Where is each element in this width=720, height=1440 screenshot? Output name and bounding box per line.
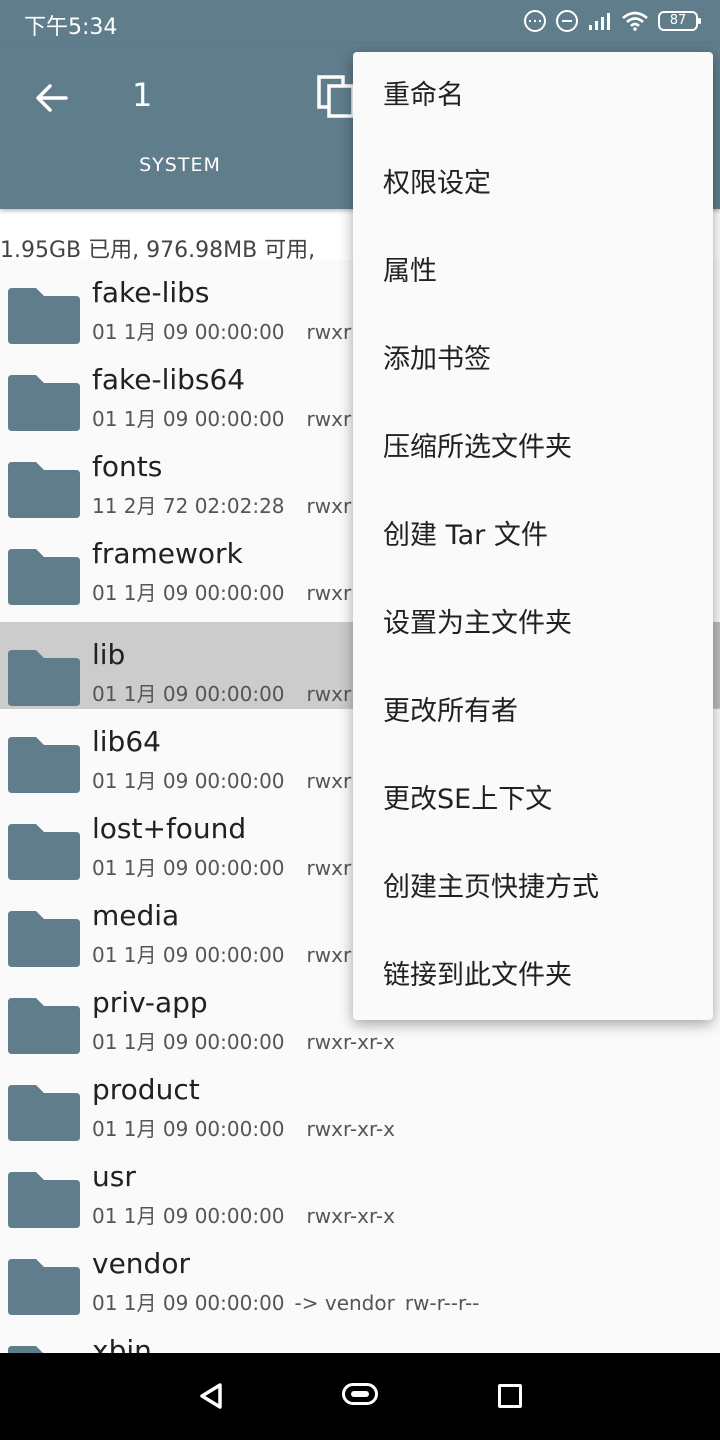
- list-item[interactable]: xbin: [0, 1318, 720, 1353]
- menu-item-permissions[interactable]: 权限设定: [353, 140, 713, 228]
- menu-item-link-folder[interactable]: 链接到此文件夹: [353, 932, 713, 1020]
- file-meta: 01 1月 09 00:00:00 -> vendor rw-r--r--: [92, 1287, 479, 1316]
- file-date: 01 1月 09 00:00:00: [92, 943, 285, 967]
- menu-item-properties[interactable]: 属性: [353, 228, 713, 316]
- folder-icon: [8, 549, 80, 605]
- menu-item-add-bookmark[interactable]: 添加书签: [353, 316, 713, 404]
- file-date: 01 1月 09 00:00:00: [92, 1204, 285, 1228]
- file-permissions: rwxr: [306, 682, 352, 706]
- menu-item-compress[interactable]: 压缩所选文件夹: [353, 404, 713, 492]
- file-date: 01 1月 09 00:00:00: [92, 856, 285, 880]
- file-name: fonts: [92, 450, 163, 483]
- file-name: lib64: [92, 725, 161, 758]
- folder-icon: [8, 737, 80, 793]
- file-name: fake-libs: [92, 276, 210, 309]
- file-meta: 01 1月 09 00:00:00 rwxr: [92, 939, 351, 968]
- file-permissions: rwxr-xr-x: [306, 1204, 395, 1228]
- file-permissions: rwxr: [306, 769, 352, 793]
- file-date: 01 1月 09 00:00:00: [92, 682, 285, 706]
- file-permissions: rwxr: [306, 320, 352, 344]
- folder-icon: [8, 1085, 80, 1141]
- file-name: product: [92, 1073, 200, 1106]
- folder-icon: [8, 375, 80, 431]
- nav-back-icon[interactable]: [196, 1381, 226, 1411]
- battery-icon: 87: [658, 11, 701, 31]
- file-permissions: rwxr: [306, 943, 352, 967]
- file-name: media: [92, 899, 180, 932]
- notification-dots-icon: [524, 10, 546, 32]
- tab-system[interactable]: SYSTEM: [0, 154, 360, 194]
- file-permissions: rwxr: [306, 581, 352, 605]
- menu-item-set-home[interactable]: 设置为主文件夹: [353, 580, 713, 668]
- folder-icon: [8, 998, 80, 1054]
- folder-icon: [8, 462, 80, 518]
- menu-item-home-shortcut[interactable]: 创建主页快捷方式: [353, 844, 713, 932]
- folder-icon: [8, 1172, 80, 1228]
- menu-item-rename[interactable]: 重命名: [353, 52, 713, 140]
- list-item[interactable]: usr 01 1月 09 00:00:00 rwxr-xr-x: [0, 1144, 720, 1231]
- folder-icon: [8, 1346, 43, 1353]
- scrollbar[interactable]: [712, 622, 720, 708]
- file-date: 01 1月 09 00:00:00: [92, 1291, 285, 1315]
- file-permissions: rwxr-xr-x: [306, 1117, 395, 1141]
- file-date: 11 2月 72 02:02:28: [92, 494, 285, 518]
- context-menu: 重命名 权限设定 属性 添加书签 压缩所选文件夹 创建 Tar 文件 设置为主文…: [353, 52, 713, 1020]
- file-link-target: -> vendor: [294, 1291, 395, 1315]
- file-name: xbin: [92, 1334, 152, 1353]
- file-date: 01 1月 09 00:00:00: [92, 1117, 285, 1141]
- nav-recent-apps-icon[interactable]: [498, 1384, 522, 1408]
- back-arrow-icon[interactable]: [28, 74, 76, 122]
- copy-icon[interactable]: [316, 74, 356, 118]
- folder-icon: [8, 650, 80, 706]
- list-item[interactable]: product 01 1月 09 00:00:00 rwxr-xr-x: [0, 1057, 720, 1144]
- navigation-bar: [0, 1353, 720, 1440]
- file-date: 01 1月 09 00:00:00: [92, 407, 285, 431]
- file-name: framework: [92, 537, 243, 570]
- file-date: 01 1月 09 00:00:00: [92, 320, 285, 344]
- menu-item-create-tar[interactable]: 创建 Tar 文件: [353, 492, 713, 580]
- file-permissions: rw-r--r--: [404, 1291, 480, 1315]
- file-permissions: rwxr: [306, 856, 352, 880]
- folder-icon: [8, 288, 80, 344]
- file-name: priv-app: [92, 986, 208, 1019]
- file-meta: 01 1月 09 00:00:00 rwxr-xr-x: [92, 1113, 395, 1142]
- file-meta: 01 1月 09 00:00:00 rwxr: [92, 852, 351, 881]
- file-meta: 01 1月 09 00:00:00 rwxr-xr-x: [92, 1200, 395, 1229]
- file-date: 01 1月 09 00:00:00: [92, 581, 285, 605]
- file-meta: 01 1月 09 00:00:00 rwxr: [92, 678, 351, 707]
- file-meta: 01 1月 09 00:00:00 rwxr: [92, 316, 351, 345]
- folder-icon: [8, 1259, 80, 1315]
- file-name: lib: [92, 638, 126, 671]
- file-date: 01 1月 09 00:00:00: [92, 769, 285, 793]
- folder-icon: [8, 824, 80, 880]
- menu-item-change-owner[interactable]: 更改所有者: [353, 668, 713, 756]
- wifi-icon: [622, 11, 648, 31]
- file-name: vendor: [92, 1247, 190, 1280]
- status-time: 下午5:34: [24, 15, 118, 40]
- status-icons: 87: [524, 10, 701, 32]
- file-meta: 01 1月 09 00:00:00 rwxr: [92, 403, 351, 432]
- file-permissions: rwxr-xr-x: [306, 1030, 395, 1054]
- do-not-disturb-icon: [556, 10, 578, 32]
- file-name: lost+found: [92, 812, 247, 845]
- nav-home-icon[interactable]: [342, 1383, 378, 1405]
- page-title: 1: [132, 76, 153, 114]
- file-permissions: rwxr: [306, 494, 352, 518]
- file-meta: 01 1月 09 00:00:00 rwxr-xr-x: [92, 1026, 395, 1055]
- menu-item-change-se[interactable]: 更改SE上下文: [353, 756, 713, 844]
- file-permissions: rwxr: [306, 407, 352, 431]
- status-bar: 下午5:34 87: [0, 0, 720, 44]
- file-meta: 01 1月 09 00:00:00 rwxr: [92, 577, 351, 606]
- file-meta: 01 1月 09 00:00:00 rwxr: [92, 765, 351, 794]
- file-date: 01 1月 09 00:00:00: [92, 1030, 285, 1054]
- file-name: usr: [92, 1160, 136, 1193]
- folder-icon: [8, 911, 80, 967]
- list-item[interactable]: vendor 01 1月 09 00:00:00 -> vendor rw-r--r…: [0, 1231, 720, 1318]
- signal-icon: [589, 13, 610, 30]
- file-meta: 11 2月 72 02:02:28 rwxr: [92, 490, 351, 519]
- file-name: fake-libs64: [92, 363, 246, 396]
